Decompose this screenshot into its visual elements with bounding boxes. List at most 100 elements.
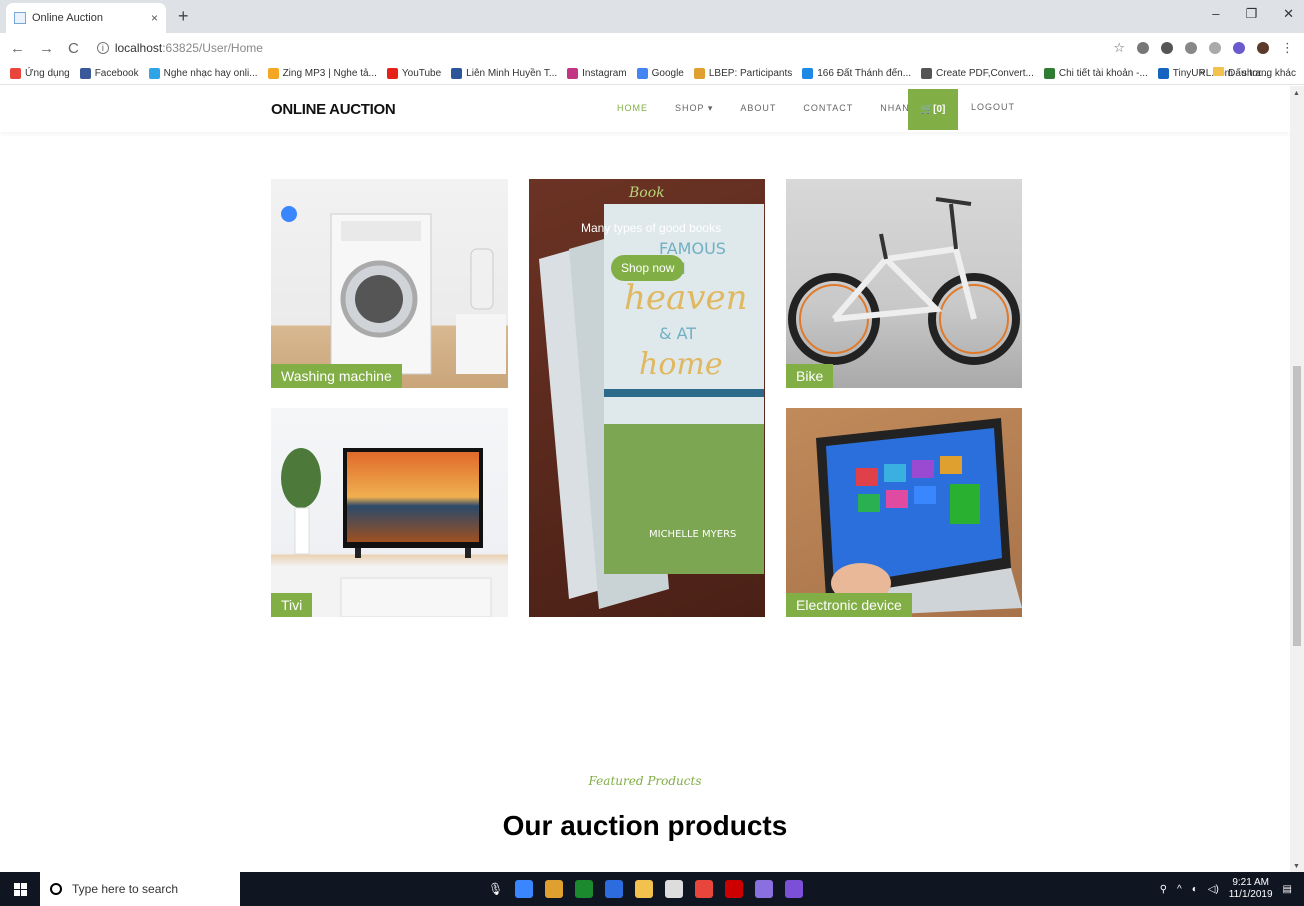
bookmark-favicon-icon xyxy=(802,68,814,79)
bookmark-star-icon[interactable]: ☆ xyxy=(1113,40,1125,56)
bookmarks-bar: Ứng dụng Facebook Nghe nhạc hay onli... Zin… xyxy=(0,63,1304,85)
start-button[interactable] xyxy=(0,872,40,906)
bookmark-favicon-icon xyxy=(10,68,21,79)
notifications-icon[interactable]: ▤ xyxy=(1283,884,1292,895)
bookmark-label: YouTube xyxy=(401,68,442,79)
cart-button[interactable]: 🛒[0] xyxy=(908,89,958,130)
taskbar-app-icon[interactable] xyxy=(515,880,534,898)
tab-title: Online Auction xyxy=(32,12,103,24)
reload-button[interactable]: C xyxy=(68,40,79,57)
category-electronic-device[interactable]: Electronic device xyxy=(786,408,1022,617)
svg-text:home: home xyxy=(639,347,723,382)
url-path: :63825/User/Home xyxy=(162,41,263,55)
maximize-button[interactable]: ❐ xyxy=(1245,6,1257,22)
close-tab-icon[interactable]: × xyxy=(151,11,158,25)
info-icon[interactable]: i xyxy=(96,42,109,54)
category-book[interactable]: FAMOUS IN heaven & AT home MICHELLE MYER… xyxy=(529,179,765,617)
network-icon[interactable]: ◐ xyxy=(1192,884,1198,895)
bookmark-item[interactable]: Create PDF,Convert... xyxy=(921,68,1034,79)
category-bike[interactable]: Bike xyxy=(786,179,1022,388)
bookmark-label: Facebook xyxy=(94,68,139,79)
bookmark-item[interactable]: Ứng dụng xyxy=(10,68,70,79)
bookmark-favicon-icon xyxy=(1043,68,1055,79)
shop-now-button[interactable]: Shop now xyxy=(611,255,685,281)
scrollbar-thumb[interactable] xyxy=(1293,366,1301,646)
close-window-button[interactable]: ✕ xyxy=(1283,6,1294,22)
bookmark-item[interactable]: Google xyxy=(636,68,684,79)
bookmark-item[interactable]: 166 Đất Thánh đến... xyxy=(802,68,911,79)
bookmark-item[interactable]: LBEP: Participants xyxy=(693,68,792,79)
svg-text:& AT: & AT xyxy=(659,324,696,343)
category-tivi[interactable]: Tivi xyxy=(271,408,508,617)
tray-chevron-icon[interactable]: ^ xyxy=(1177,884,1182,895)
bookmark-item[interactable]: YouTube xyxy=(386,68,442,79)
menu-home[interactable]: HOME xyxy=(617,103,648,113)
bike-image xyxy=(788,197,1020,365)
bookmark-label: Create PDF,Convert... xyxy=(936,68,1034,79)
extension-icon[interactable] xyxy=(1161,42,1173,54)
category-washing-machine[interactable]: Washing machine xyxy=(271,179,508,388)
bookmark-item[interactable]: Zing MP3 | Nghe tả... xyxy=(267,68,377,79)
system-clock[interactable]: 9:21 AM 11/1/2019 xyxy=(1229,877,1273,901)
windows-taskbar: Type here to search 🎙 ⚲ ^ ◐ ◁) 9:21 AM 1… xyxy=(0,872,1304,906)
bookmarks-overflow-button[interactable]: » xyxy=(1200,67,1206,79)
menu-contact[interactable]: CONTACT xyxy=(803,103,853,113)
taskbar-app-icon[interactable] xyxy=(575,880,594,898)
bookmarks-right: » Dấu trang khác xyxy=(1200,67,1296,79)
browser-tab[interactable]: Online Auction × xyxy=(6,3,166,33)
taskbar-app-icon[interactable] xyxy=(785,880,804,898)
book-subtitle: Many types of good books xyxy=(581,221,722,235)
menu-logout[interactable]: LOGOUT xyxy=(971,102,1015,112)
clock-time: 9:21 AM xyxy=(1232,877,1270,888)
forward-button[interactable]: → xyxy=(39,40,54,57)
site-brand[interactable]: ONLINE AUCTION xyxy=(271,101,396,118)
menu-about[interactable]: ABOUT xyxy=(740,103,776,113)
profile-avatar-icon[interactable] xyxy=(1257,42,1269,54)
url-field[interactable]: i localhost:63825/User/Home xyxy=(96,41,263,55)
menu-nhan[interactable]: NHAN xyxy=(880,103,910,113)
extension-icon[interactable] xyxy=(1185,42,1197,54)
site-navbar: ONLINE AUCTION HOME SHOP ▾ ABOUT CONTACT… xyxy=(0,86,1290,132)
taskbar-app-icon[interactable] xyxy=(665,880,684,898)
page-content: Washing machine Tivi FAMOUS heaven & AT … xyxy=(0,86,1290,872)
bookmark-item[interactable]: Chi tiết tài khoản -... xyxy=(1043,68,1148,79)
bookmark-item[interactable]: Instagram xyxy=(567,68,627,79)
bookmark-label: 166 Đất Thánh đến... xyxy=(817,68,912,79)
scroll-down-icon[interactable]: ▼ xyxy=(1293,863,1300,870)
bookmark-label: Nghe nhạc hay onli... xyxy=(163,68,258,79)
taskbar-app-icon[interactable] xyxy=(725,880,744,898)
book-title: Book xyxy=(629,185,665,201)
featured-subheading: Featured Products xyxy=(588,774,702,788)
svg-text:heaven: heaven xyxy=(624,278,748,318)
new-tab-button[interactable]: + xyxy=(178,6,189,27)
bookmark-favicon-icon xyxy=(1157,68,1169,79)
page-scrollbar[interactable]: ▲ ▼ xyxy=(1290,86,1304,872)
taskbar-app-icon[interactable] xyxy=(635,880,654,898)
taskbar-app-icon[interactable] xyxy=(755,880,774,898)
extension-icon[interactable] xyxy=(1137,42,1149,54)
taskbar-search-placeholder: Type here to search xyxy=(72,882,179,896)
bookmark-label: Liên Minh Huyền T... xyxy=(466,68,558,79)
folder-icon xyxy=(1213,67,1225,76)
browser-menu-icon[interactable]: ⋮ xyxy=(1281,40,1294,56)
back-button[interactable]: ← xyxy=(10,40,25,57)
other-bookmarks[interactable]: Dấu trang khác xyxy=(1213,67,1296,79)
bookmark-item[interactable]: Facebook xyxy=(79,68,139,79)
tablet-image xyxy=(816,418,1022,617)
extension-icon[interactable] xyxy=(1233,42,1245,54)
menu-shop[interactable]: SHOP ▾ xyxy=(675,103,713,114)
volume-icon[interactable]: ◁) xyxy=(1208,884,1219,895)
tivi-image xyxy=(281,448,492,617)
taskbar-app-icon[interactable] xyxy=(695,880,714,898)
extension-icon[interactable] xyxy=(1209,42,1221,54)
scroll-up-icon[interactable]: ▲ xyxy=(1293,90,1300,97)
minimize-button[interactable]: – xyxy=(1212,6,1219,22)
bookmark-item[interactable]: Nghe nhạc hay onli... xyxy=(148,68,258,79)
taskbar-search[interactable]: Type here to search xyxy=(40,872,240,906)
taskbar-app-icon[interactable] xyxy=(545,880,564,898)
bookmark-item[interactable]: Liên Minh Huyền T... xyxy=(451,68,557,79)
bookmark-favicon-icon xyxy=(267,68,279,79)
people-icon[interactable]: ⚲ xyxy=(1160,884,1167,895)
microphone-icon[interactable]: 🎙 xyxy=(488,882,503,896)
taskbar-app-icon[interactable] xyxy=(605,880,624,898)
